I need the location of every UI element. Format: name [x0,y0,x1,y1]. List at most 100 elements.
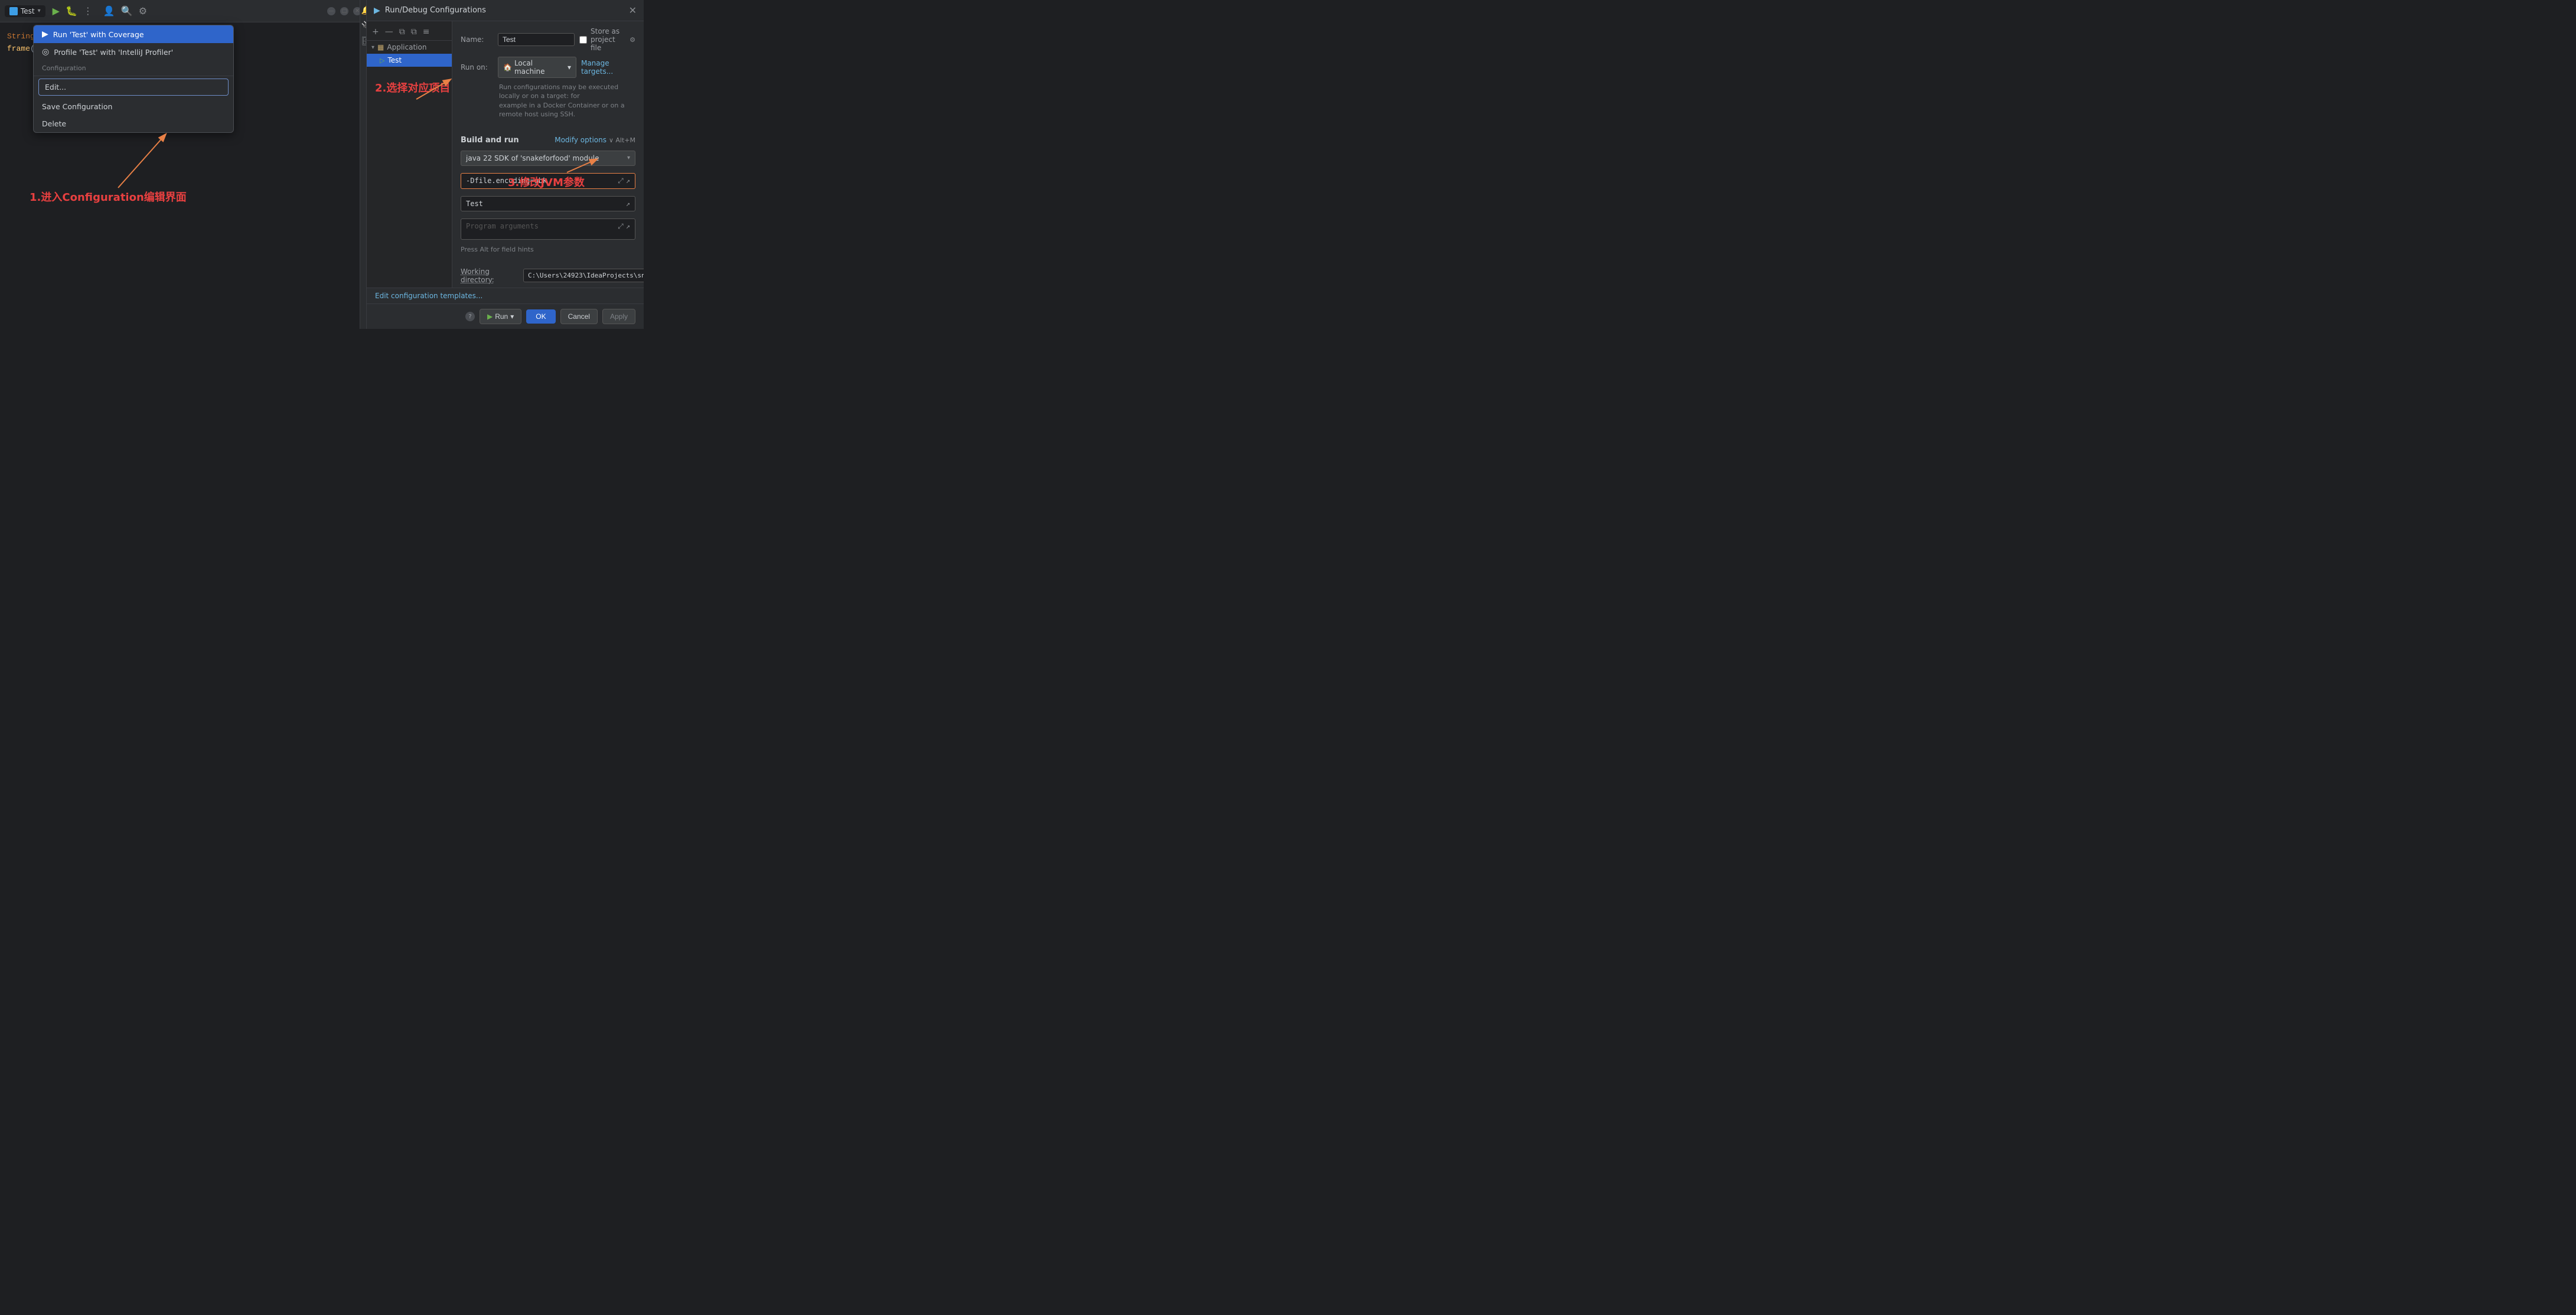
save-label: Save Configuration [42,102,112,111]
run-on-value: Local machine [514,59,565,76]
store-checkbox-label: Store as project file [591,27,626,52]
menu-item-run-coverage-label: Run 'Test' with Coverage [53,30,144,39]
sdk-value: java 22 SDK of 'snakeforfood' module [466,154,625,162]
working-dir-value[interactable]: C:\Users\24923\IdeaProjects\snakeforfood [523,269,644,282]
dialog-title: Run/Debug Configurations [385,6,486,15]
maximize-button[interactable]: □ [340,7,348,15]
vm-expand-icon[interactable]: ⤢ [618,177,624,185]
tab-title: Test [21,7,35,15]
main-class-field[interactable]: Test ↗ [461,196,635,211]
name-label: Name: [461,35,493,44]
build-run-title: Build and run [461,136,519,145]
tree-paste-button[interactable]: ⧉ [409,26,419,38]
manage-targets-link[interactable]: Manage targets... [581,59,635,76]
search-icon[interactable]: 🔍 [121,5,133,17]
press-alt-hint: Press Alt for field hints [461,246,635,253]
run-on-dropdown[interactable]: 🏠 Local machine ▾ [498,57,576,78]
build-run-section-header: Build and run Modify options ∨ Alt+M [461,136,635,145]
minimize-button[interactable]: — [327,7,335,15]
run-btn-label: Run [495,312,508,321]
dialog-actions: ? ▶ Run ▾ OK Cancel Apply [367,304,644,329]
tree-item-label: Test [387,56,402,64]
store-project-file-checkbox[interactable] [579,36,587,44]
config-section-label: Configuration [34,61,233,74]
menu-item-profile[interactable]: ◎ Profile 'Test' with 'IntelliJ Profiler… [34,43,233,61]
tree-add-button[interactable]: + [370,26,381,38]
config-icon: ▷ [380,57,384,64]
sdk-chevron-icon: ▾ [627,155,630,161]
menu-item-save[interactable]: Save Configuration [34,98,233,115]
prog-args-open-icon[interactable]: ↗ [626,222,630,230]
dropdown-menu: ▶ Run 'Test' with Coverage ◎ Profile 'Te… [33,25,234,133]
profile-icon: ◎ [42,47,49,57]
apply-button[interactable]: Apply [602,309,635,324]
prog-args-expand-icon[interactable]: ⤢ [618,222,624,231]
dialog-body: + — ⧉ ⧉ ≡ ▾ ▦ Application ▷ Test Name: [367,21,644,288]
add-user-icon[interactable]: 👤 [103,5,115,17]
store-checkbox-row: Store as project file ⚙ [579,27,635,52]
store-settings-icon[interactable]: ⚙ [630,36,635,44]
more-icon[interactable]: ⋮ [83,5,93,17]
dialog-title-icon: ▶ [374,6,380,15]
folder-icon: ▦ [377,43,384,51]
menu-item-profile-label: Profile 'Test' with 'IntelliJ Profiler' [54,48,173,57]
delete-label: Delete [42,119,66,128]
modify-options-link[interactable]: Modify options ∨ Alt+M [555,136,635,144]
edit-label: Edit... [45,83,66,92]
prog-args-icons: ⤢ ↗ [618,222,630,231]
vm-options-value: -Dfile.encoding=gbk [466,177,615,185]
run-icon[interactable]: ▶ [53,5,60,17]
window-controls: — □ ✕ [327,7,361,15]
name-input[interactable] [498,33,575,46]
main-class-value: Test [466,200,624,208]
run-debug-dialog: ▶ Run/Debug Configurations ✕ + — ⧉ ⧉ ≡ ▾… [366,0,644,329]
run-on-row: Run on: 🏠 Local machine ▾ Manage targets… [461,57,635,78]
vm-open-icon[interactable]: ↗ [626,177,630,185]
tree-copy-button[interactable]: ⧉ [397,26,407,38]
title-bar: Test ▾ ▶ 🐛 ⋮ 👤 🔍 ⚙ — □ ✕ [0,0,366,22]
footer-link[interactable]: Edit configuration templates... [367,288,644,304]
run-button[interactable]: ▶ Run ▾ [480,309,521,324]
prog-args-placeholder: Program arguments [466,222,615,230]
ok-button[interactable]: OK [526,309,555,324]
run-hint: Run configurations may be executed local… [499,83,635,119]
menu-item-run-coverage[interactable]: ▶ Run 'Test' with Coverage [34,25,233,43]
vm-field-icons: ⤢ ↗ [618,177,630,185]
tree-remove-button[interactable]: — [383,26,395,38]
ide-panel: Test ▾ ▶ 🐛 ⋮ 👤 🔍 ⚙ — □ ✕ String[] args) … [0,0,366,329]
vm-options-field[interactable]: -Dfile.encoding=gbk ⤢ ↗ [461,173,635,189]
debug-icon[interactable]: 🐛 [66,5,77,17]
working-dir-row: Working directory: C:\Users\24923\IdeaPr… [461,267,635,284]
tree-toolbar: + — ⧉ ⧉ ≡ [367,24,452,41]
menu-item-edit[interactable]: Edit... [38,79,229,96]
tree-item-test[interactable]: ▷ Test [367,54,452,67]
tree-group-application[interactable]: ▾ ▦ Application [367,41,452,54]
expand-icon: ▾ [371,44,374,51]
tab-chevron: ▾ [38,8,41,14]
run-on-label: Run on: [461,63,493,71]
dialog-close-button[interactable]: ✕ [629,5,637,16]
run-on-chevron-icon: ▾ [568,63,571,71]
toolbar-icons: ▶ 🐛 ⋮ 👤 🔍 ⚙ [53,5,147,17]
program-args-field[interactable]: Program arguments ⤢ ↗ [461,218,635,240]
settings-icon[interactable]: ⚙ [139,5,147,17]
run-btn-icon: ▶ [487,312,493,321]
working-dir-label: Working directory: [461,267,520,284]
name-row: Name: Store as project file ⚙ [461,27,635,52]
run-btn-chevron: ▾ [510,312,514,321]
tab-file-icon [9,7,18,15]
config-form: Name: Store as project file ⚙ Run on: 🏠 … [452,21,644,288]
sdk-dropdown[interactable]: java 22 SDK of 'snakeforfood' module ▾ [461,151,635,166]
modify-options-shortcut: ∨ [609,136,616,144]
menu-item-delete[interactable]: Delete [34,115,233,132]
main-class-open-icon[interactable]: ↗ [626,200,630,208]
tree-sort-button[interactable]: ≡ [421,26,432,38]
local-machine-icon: 🏠 [503,63,512,71]
tree-group-label: Application [387,43,426,51]
cancel-button[interactable]: Cancel [560,309,598,324]
help-button[interactable]: ? [465,312,475,321]
dialog-title-bar: ▶ Run/Debug Configurations ✕ [367,0,644,21]
title-tab[interactable]: Test ▾ [5,5,45,17]
config-tree: + — ⧉ ⧉ ≡ ▾ ▦ Application ▷ Test [367,21,452,288]
run-coverage-icon: ▶ [42,30,48,39]
